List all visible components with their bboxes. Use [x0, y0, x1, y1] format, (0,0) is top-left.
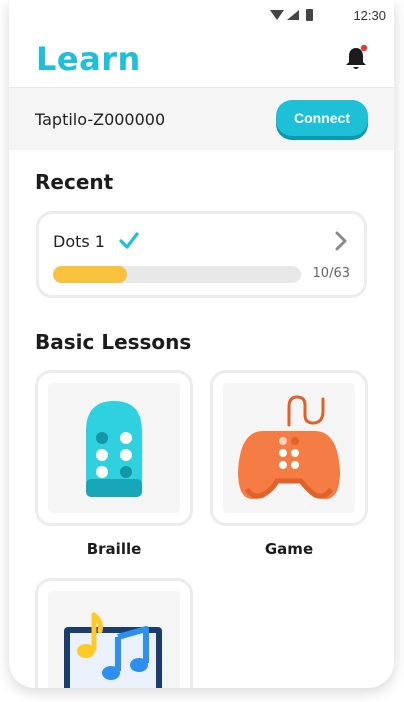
status-bar: 12:30	[9, 0, 394, 30]
game-lesson-card[interactable]	[210, 370, 368, 526]
page-title: Learn	[36, 40, 141, 78]
notification-dot	[360, 44, 368, 52]
progress-text: 10/63	[312, 266, 350, 281]
notification-bell-icon[interactable]	[344, 44, 368, 72]
braille-lesson-card[interactable]	[35, 370, 193, 526]
music-notes-icon	[64, 612, 162, 688]
basic-lessons-title: Basic Lessons	[35, 330, 192, 354]
recent-lesson-name: Dots 1	[53, 232, 105, 251]
wifi-icon	[270, 10, 284, 20]
music-lesson-card[interactable]	[35, 578, 193, 688]
device-name: Taptilo-Z000000	[35, 110, 166, 129]
device-bar: Taptilo-Z000000 Connect	[9, 87, 394, 150]
game-controller-icon	[238, 395, 340, 499]
phone-screen: 12:30 Learn Taptilo-Z000000 Connect Rece…	[9, 0, 394, 688]
chevron-right-icon	[335, 231, 347, 251]
battery-icon	[306, 9, 313, 21]
recent-lesson-card[interactable]: Dots 1 10/63	[36, 211, 367, 298]
progress-bar	[53, 266, 301, 283]
status-time: 12:30	[353, 8, 386, 23]
braille-lesson-label: Braille	[86, 540, 142, 558]
check-icon	[119, 232, 139, 249]
progress-fill	[53, 266, 128, 283]
connect-button[interactable]: Connect	[276, 100, 368, 136]
status-icons	[270, 9, 313, 21]
game-lesson-label: Game	[264, 540, 314, 558]
recent-title: Recent	[35, 170, 114, 194]
cell-signal-icon	[287, 10, 299, 20]
braille-device-icon	[86, 401, 142, 497]
